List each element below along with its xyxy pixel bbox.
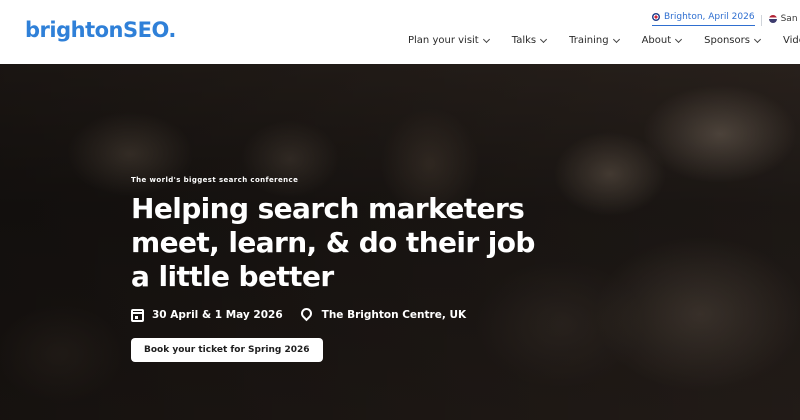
event-meta: 30 April & 1 May 2026 The Brighton Centr… xyxy=(131,305,551,322)
chevron-down-icon xyxy=(675,35,683,43)
site-header: brightonSEO. Brighton, April 2026 San Di… xyxy=(0,0,800,64)
brand-logo[interactable]: brightonSEO. xyxy=(25,18,176,42)
event-switcher: Brighton, April 2026 San Diego xyxy=(652,12,800,26)
event-link-brighton[interactable]: Brighton, April 2026 xyxy=(652,12,755,26)
event-date: 30 April & 1 May 2026 xyxy=(131,308,283,322)
calendar-icon xyxy=(131,308,144,322)
nav-item-label: Talks xyxy=(511,35,537,46)
chevron-down-icon xyxy=(482,35,490,43)
event-venue-text: The Brighton Centre, UK xyxy=(321,309,467,321)
event-link-san-diego[interactable]: San Diego xyxy=(760,14,800,26)
main-nav: Plan your visit Talks Training About Spo… xyxy=(408,35,800,46)
hero-tagline: The world's biggest search conference xyxy=(131,176,299,184)
nav-item-label: About xyxy=(641,35,672,46)
event-link-label: San Diego xyxy=(780,14,800,24)
nav-item-label: Videos xyxy=(782,35,800,46)
nav-item-label: Plan your visit xyxy=(408,35,479,46)
event-date-text: 30 April & 1 May 2026 xyxy=(152,309,283,321)
chevron-down-icon xyxy=(753,35,762,43)
location-pin-icon xyxy=(298,305,314,322)
nav-item-training[interactable]: Training xyxy=(569,35,620,46)
event-link-label: Brighton, April 2026 xyxy=(664,12,755,22)
us-flag-icon xyxy=(768,15,777,23)
hero-headline: Helping search marketers meet, learn, & … xyxy=(131,192,535,293)
uk-flag-icon xyxy=(652,13,660,21)
nav-item-talks[interactable]: Talks xyxy=(511,35,548,46)
event-venue: The Brighton Centre, UK xyxy=(298,305,467,322)
hero-content: The world's biggest search conference He… xyxy=(131,176,551,362)
chevron-down-icon xyxy=(540,35,548,43)
book-ticket-button[interactable]: Book your ticket for Spring 2026 xyxy=(131,338,323,362)
nav-item-sponsors[interactable]: Sponsors xyxy=(704,35,762,46)
nav-item-plan-your-visit[interactable]: Plan your visit xyxy=(408,35,490,46)
chevron-down-icon xyxy=(612,35,620,43)
nav-item-label: Training xyxy=(569,35,609,46)
nav-item-label: Sponsors xyxy=(704,35,750,46)
nav-item-about[interactable]: About xyxy=(641,35,683,46)
hero-section: The world's biggest search conference He… xyxy=(0,64,800,420)
nav-item-videos[interactable]: Videos xyxy=(783,35,800,46)
